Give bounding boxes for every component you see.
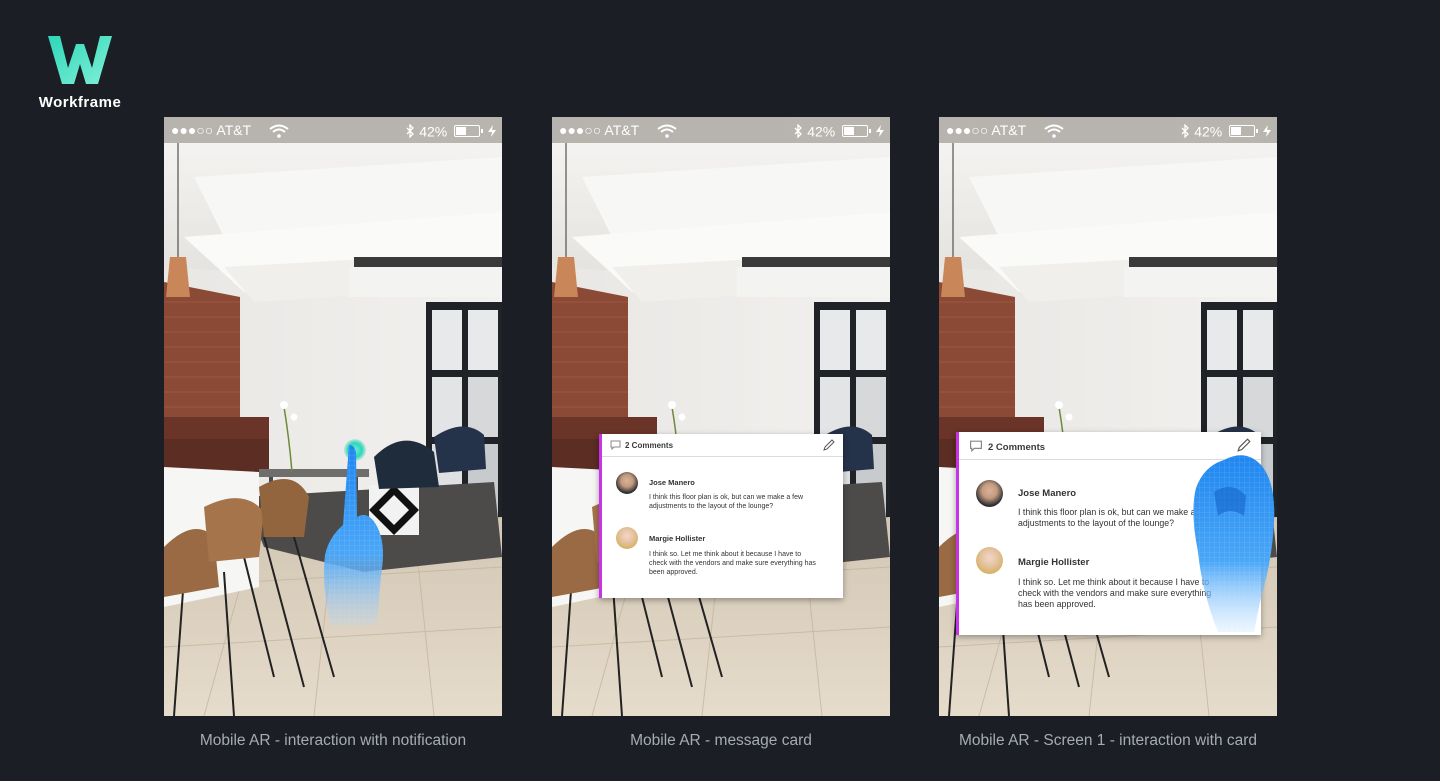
wifi-icon: [657, 124, 677, 139]
edit-pencil-icon[interactable]: [1237, 438, 1251, 452]
workframe-logo: [48, 36, 112, 84]
wifi-icon: [269, 124, 289, 139]
message-author: Jose Manero: [649, 478, 695, 487]
avatar: [616, 527, 638, 549]
card-header: 2 Comments: [602, 434, 843, 457]
avatar: [616, 472, 638, 494]
edit-pencil-icon[interactable]: [823, 439, 835, 451]
signal-indicator: ●●●○○: [171, 122, 214, 138]
signal-indicator: ●●●○○: [946, 122, 989, 138]
carrier-label: AT&T: [216, 122, 251, 138]
carrier-label: AT&T: [991, 122, 1026, 138]
comments-card[interactable]: 2 Comments Jose Manero I think this floo…: [599, 434, 843, 598]
carrier-label: AT&T: [604, 122, 639, 138]
wifi-icon: [1044, 124, 1064, 139]
message-text: I think so. Let me think about it becaus…: [649, 551, 816, 576]
comment-icon: [970, 440, 982, 452]
status-bar: ●●●○○ AT&T 42%: [552, 117, 890, 143]
card-title: 2 Comments: [988, 442, 1046, 453]
ar-camera-view: [164, 117, 502, 716]
screen-notification: ●●●○○ AT&T 42%: [164, 117, 502, 716]
bluetooth-icon: [406, 123, 415, 139]
battery-icon: [1229, 125, 1259, 138]
bolt-icon: [488, 125, 496, 138]
bluetooth-icon: [794, 123, 803, 139]
battery-percent: 42%: [1194, 123, 1223, 140]
brand-name: Workframe: [38, 94, 122, 111]
screen-caption: Mobile AR - message card: [630, 732, 812, 749]
avatar: [976, 547, 1003, 574]
battery-percent: 42%: [807, 123, 836, 140]
screen-card-interaction: 2 Comments Jose Manero I think this floo…: [939, 117, 1277, 716]
status-bar: ●●●○○ AT&T 42%: [164, 117, 502, 143]
ar-camera-view: [552, 117, 890, 716]
battery-icon: [842, 125, 872, 138]
bluetooth-icon: [1181, 123, 1190, 139]
message-author: Jose Manero: [1018, 488, 1077, 499]
brand: Workframe: [32, 34, 128, 111]
avatar: [976, 480, 1003, 507]
ar-hand-grab-icon: [1193, 455, 1275, 632]
ar-hand-pointer-icon: [323, 445, 383, 625]
card-title: 2 Comments: [625, 441, 674, 450]
screen-caption: Mobile AR - interaction with notificatio…: [199, 732, 467, 749]
battery-percent: 42%: [419, 123, 448, 140]
signal-indicator: ●●●○○: [559, 122, 602, 138]
battery-icon: [454, 125, 484, 138]
bolt-icon: [1263, 125, 1271, 138]
message-text: I think this floor plan is ok, but can w…: [649, 494, 804, 510]
message-author: Margie Hollister: [649, 534, 706, 543]
message-author: Margie Hollister: [1018, 557, 1090, 568]
comment-icon: [610, 440, 621, 450]
bolt-icon: [876, 125, 884, 138]
screen-message-card: 2 Comments Jose Manero I think this floo…: [552, 117, 890, 716]
status-bar: ●●●○○ AT&T 42%: [939, 117, 1277, 143]
screen-caption: Mobile AR - Screen 1 - interaction with …: [958, 732, 1258, 749]
